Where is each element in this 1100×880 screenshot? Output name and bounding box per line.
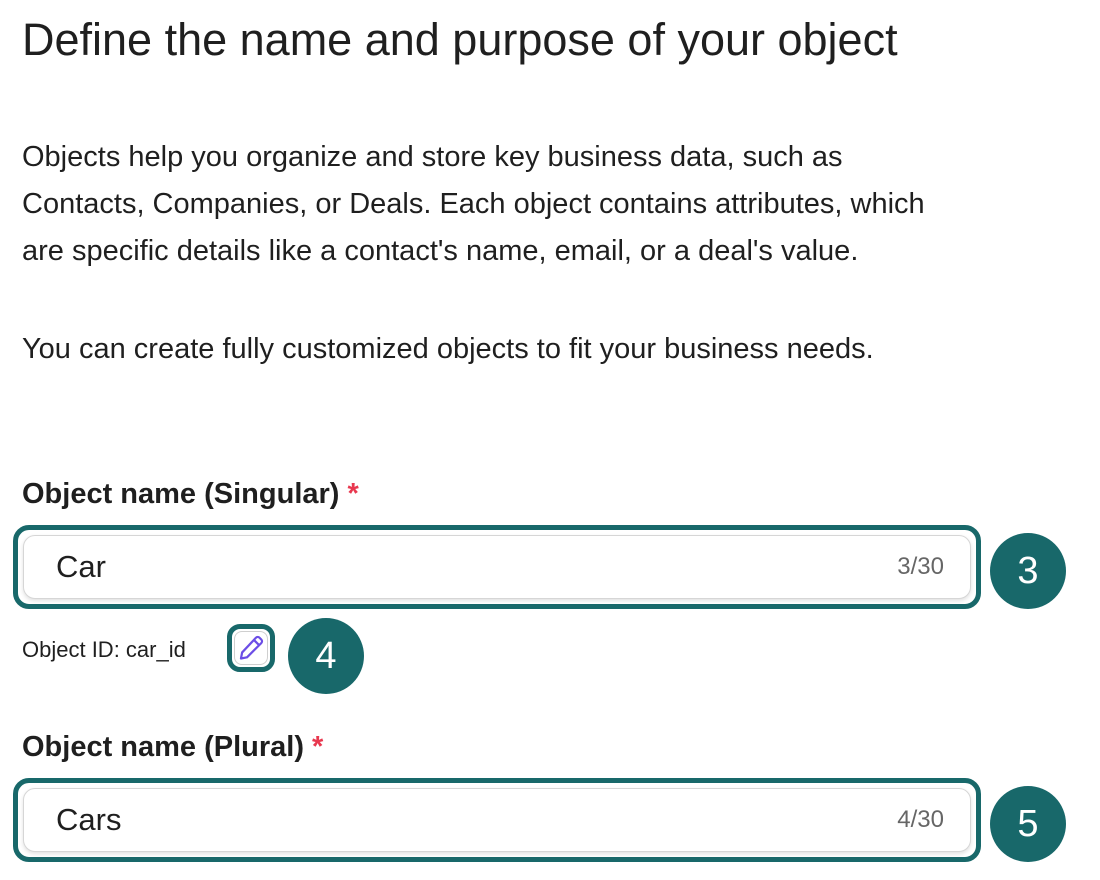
- pencil-icon: [239, 635, 264, 660]
- description-line: Contacts, Companies, or Deals. Each obje…: [22, 188, 925, 220]
- description-line: are specific details like a contact's na…: [22, 235, 859, 267]
- plural-name-label-text: Object name (Plural): [22, 731, 305, 763]
- step-badge-5: 5: [990, 786, 1066, 862]
- create-object-page: Define the name and purpose of your obje…: [0, 0, 1100, 880]
- page-title: Define the name and purpose of your obje…: [22, 14, 898, 65]
- singular-name-label: Object name (Singular) *: [22, 474, 359, 514]
- description-line: Objects help you organize and store key …: [22, 141, 843, 173]
- singular-name-input[interactable]: Car 3/30: [23, 535, 971, 599]
- object-id-text: Object ID: car_id: [22, 637, 186, 662]
- step-badge-3: 3: [990, 533, 1066, 609]
- plural-name-char-counter: 4/30: [897, 806, 944, 833]
- plural-name-value: Cars: [56, 802, 122, 837]
- edit-object-id-highlight: [227, 624, 275, 672]
- description-paragraph-customize: You can create fully customized objects …: [22, 333, 874, 365]
- step-badge-4: 4: [288, 618, 364, 694]
- description-paragraph: Objects help you organize and store key …: [22, 134, 925, 275]
- singular-name-char-counter: 3/30: [897, 553, 944, 580]
- required-asterisk: *: [312, 731, 324, 763]
- plural-name-input[interactable]: Cars 4/30: [23, 788, 971, 852]
- plural-name-label: Object name (Plural) *: [22, 727, 323, 767]
- plural-name-highlight: Cars 4/30: [13, 778, 981, 862]
- required-asterisk: *: [347, 478, 359, 510]
- singular-name-highlight: Car 3/30: [13, 525, 981, 609]
- singular-name-label-text: Object name (Singular): [22, 478, 340, 510]
- singular-name-value: Car: [56, 549, 106, 584]
- edit-object-id-button[interactable]: [234, 631, 268, 665]
